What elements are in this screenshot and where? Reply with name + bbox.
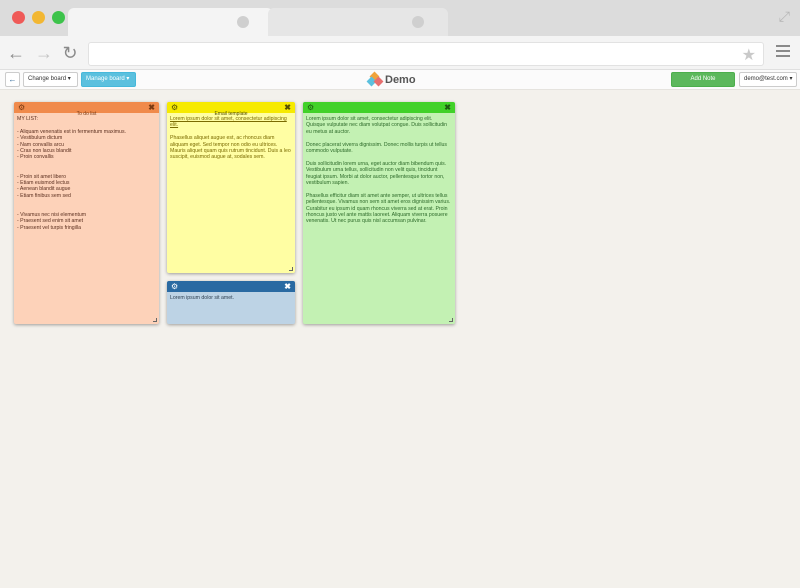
gear-icon[interactable]: ⚙: [18, 102, 25, 113]
close-icon[interactable]: ✖: [148, 102, 155, 113]
manage-board-button[interactable]: Manage board ▾: [81, 72, 136, 87]
note-header[interactable]: ⚙ ✖: [303, 102, 455, 113]
note-header[interactable]: ⚙ Email template ✖: [167, 102, 295, 117]
note-blue[interactable]: ⚙ ✖ Lorem ipsum dolor sit amet.: [167, 281, 295, 324]
note-line: - Praesent vel turpis fringilla: [17, 224, 82, 231]
note-paragraph: Lorem ipsum dolor sit amet, consectetur …: [306, 116, 448, 135]
add-note-button[interactable]: Add Note: [671, 72, 735, 87]
note-header[interactable]: ⚙ To do list ✖: [14, 102, 159, 117]
browser-titlebar: ⤢: [0, 0, 800, 36]
browser-tab-active[interactable]: [68, 8, 273, 36]
note-paragraph: Lorem ipsum dolor sit amet, consectetur …: [170, 116, 287, 129]
brand: Demo: [366, 71, 416, 87]
resize-handle[interactable]: [153, 318, 157, 322]
back-arrow-icon[interactable]: ←: [6, 42, 26, 64]
note-paragraph: Duis sollicitudin lorem urna, eget aucto…: [306, 160, 447, 187]
window-close-dot[interactable]: [12, 11, 25, 24]
browser-navbar: ← → ↻ ★: [0, 36, 800, 70]
change-board-button[interactable]: Change board ▾: [23, 72, 78, 87]
tab-close-icon[interactable]: [237, 16, 249, 28]
board-title: Demo: [385, 74, 416, 86]
gear-icon[interactable]: ⚙: [307, 102, 314, 113]
note-body[interactable]: MY LIST: - Aliquam venenatis est in ferm…: [14, 113, 159, 234]
note-green[interactable]: ⚙ ✖ Lorem ipsum dolor sit amet, consecte…: [303, 102, 455, 324]
forward-arrow-icon[interactable]: →: [34, 42, 54, 64]
bookmark-star-icon[interactable]: ★: [742, 45, 756, 65]
note-header[interactable]: ⚙ ✖: [167, 281, 295, 292]
resize-handle[interactable]: [449, 318, 453, 322]
window-minimize-dot[interactable]: [32, 11, 45, 24]
gear-icon[interactable]: ⚙: [171, 281, 178, 292]
note-paragraph: Phasellus aliquet augue est, ac rhoncus …: [170, 135, 291, 161]
note-body[interactable]: Lorem ipsum dolor sit amet.: [167, 292, 295, 311]
close-icon[interactable]: ✖: [444, 102, 451, 113]
notes-board: ⚙ To do list ✖ MY LIST: - Aliquam venena…: [0, 91, 800, 588]
note-to-do-list[interactable]: ⚙ To do list ✖ MY LIST: - Aliquam venena…: [14, 102, 159, 324]
note-title: To do list: [76, 111, 97, 117]
fullscreen-icon[interactable]: ⤢: [779, 8, 790, 25]
note-email-template[interactable]: ⚙ Email template ✖ Lorem ipsum dolor sit…: [167, 102, 295, 273]
brand-logo-icon: [366, 71, 384, 87]
note-paragraph: Lorem ipsum dolor sit amet.: [170, 295, 235, 301]
resize-handle[interactable]: [289, 267, 293, 271]
address-bar[interactable]: [88, 42, 764, 66]
close-icon[interactable]: ✖: [284, 281, 291, 292]
note-title: Email template: [214, 111, 248, 117]
browser-menu-icon[interactable]: [776, 45, 790, 60]
browser-tab-inactive[interactable]: [268, 8, 448, 36]
window-maximize-dot[interactable]: [52, 11, 65, 24]
tab-close-icon[interactable]: [412, 16, 424, 28]
user-menu-button[interactable]: demo@test.com ▾: [739, 72, 797, 87]
note-body[interactable]: Lorem ipsum dolor sit amet, consectetur …: [167, 113, 295, 170]
note-body[interactable]: Lorem ipsum dolor sit amet, consectetur …: [303, 113, 455, 234]
back-button[interactable]: ←: [5, 72, 20, 87]
close-icon[interactable]: ✖: [284, 102, 291, 113]
gear-icon[interactable]: ⚙: [171, 102, 178, 113]
note-paragraph: Phasellus efficitur diam sit amet ante s…: [306, 192, 451, 225]
reload-icon[interactable]: ↻: [60, 42, 80, 64]
app-toolbar: ← Change board ▾ Manage board ▾ Demo Add…: [0, 70, 800, 90]
note-paragraph: Donec placerat viverra dignissim. Donec …: [306, 141, 447, 155]
